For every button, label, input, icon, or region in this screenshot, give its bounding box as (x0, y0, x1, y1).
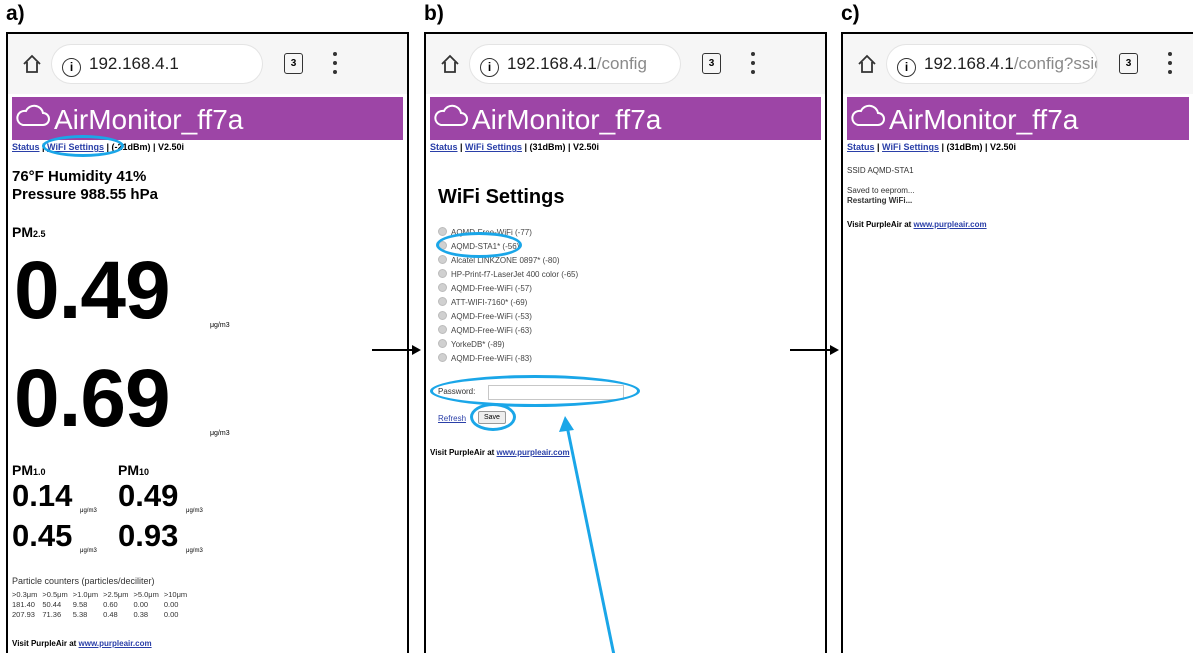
app-header: AirMonitor_ff7a (12, 97, 403, 140)
ssid-text: SSID AQMD-STA1 (847, 166, 914, 175)
purpleair-link[interactable]: www.purpleair.com (79, 639, 152, 648)
cloud-icon (16, 104, 50, 126)
unit-label: μg/m3 (210, 430, 230, 437)
callout-arrow (559, 416, 616, 653)
counters-table: >0.3μm >0.5μm >1.0μm >2.5μm >5.0μm >10μm 181.… (12, 590, 192, 620)
address-bar[interactable]: i 192.168.4.1/config?ssid (887, 45, 1097, 83)
status-link[interactable]: Status (847, 142, 875, 152)
info-icon[interactable]: i (897, 58, 916, 77)
pm25-value-a: 0.49 (14, 245, 171, 336)
visit-purpleair: Visit PurpleAir at www.purpleair.com (847, 220, 987, 229)
pm10-label: PM10 (118, 462, 150, 478)
highlight-ellipse (42, 135, 124, 157)
saved-text: Saved to eeprom... (847, 186, 915, 195)
pm10-value-b: 0.93 (118, 518, 179, 553)
address-bar[interactable]: i 192.168.4.1 (52, 45, 262, 83)
panel-a-letter: a) (6, 2, 25, 25)
table-row: 181.40 50.44 9.58 0.60 0.00 0.00 (12, 600, 179, 609)
overflow-menu-icon[interactable] (333, 52, 337, 74)
unit-label: μg/m3 (80, 548, 97, 554)
panel-c-letter: c) (841, 2, 860, 25)
signal-version-text: (31dBm) | V2.50i (946, 142, 1017, 152)
purpleair-link[interactable]: www.purpleair.com (914, 220, 987, 229)
info-icon[interactable]: i (62, 58, 81, 77)
arrow-head (412, 345, 421, 355)
unit-label: μg/m3 (186, 508, 203, 514)
phone-screen-c: i 192.168.4.1/config?ssid 3 AirMonitor_ff… (841, 32, 1193, 653)
browser-toolbar: i 192.168.4.1/config?ssid 3 (843, 34, 1193, 94)
tab-count-icon[interactable]: 3 (1119, 53, 1138, 74)
phone-screen-a: i 192.168.4.1 3 AirMonitor_ff7a Status | … (6, 32, 409, 653)
pm1-label: PM1.0 (12, 462, 46, 478)
pm25-label: PM2.5 (12, 224, 46, 240)
url-host: 192.168.4.1 (924, 54, 1014, 73)
phone-screen-b: i 192.168.4.1/config 3 AirMonitor_ff7a St… (424, 32, 827, 653)
unit-label: μg/m3 (80, 508, 97, 514)
temperature-humidity: 76°F Humidity 41% (12, 168, 147, 185)
arrow-right (790, 349, 832, 351)
home-icon[interactable] (857, 54, 877, 74)
app-title: AirMonitor_ff7a (889, 104, 1079, 135)
browser-toolbar: i 192.168.4.1 3 (8, 34, 407, 94)
status-link[interactable]: Status (12, 142, 40, 152)
home-icon[interactable] (22, 54, 42, 74)
table-header-row: >0.3μm >0.5μm >1.0μm >2.5μm >5.0μm >10μm (12, 590, 188, 599)
restarting-text: Restarting WiFi... (847, 196, 913, 205)
arrow-right (372, 349, 414, 351)
wifi-settings-link[interactable]: WiFi Settings (882, 142, 939, 152)
nav-links: Status | WiFi Settings | (31dBm) | V2.50… (847, 142, 1017, 152)
pm1-value-a: 0.14 (12, 478, 73, 513)
tab-count-icon[interactable]: 3 (284, 53, 303, 74)
table-row: 207.93 71.36 5.38 0.48 0.38 0.00 (12, 610, 179, 619)
visit-purpleair: Visit PurpleAir at www.purpleair.com (12, 639, 152, 648)
panel-b-letter: b) (424, 2, 444, 25)
pm1-value-b: 0.45 (12, 518, 73, 553)
pressure: Pressure 988.55 hPa (12, 186, 158, 203)
cloud-icon (851, 104, 885, 126)
app-header: AirMonitor_ff7a (847, 97, 1189, 140)
pm25-value-b: 0.69 (14, 353, 171, 444)
unit-label: μg/m3 (210, 322, 230, 329)
url-host: 192.168.4.1 (89, 54, 179, 73)
overflow-menu-icon[interactable] (1168, 52, 1172, 74)
pm10-value-a: 0.49 (118, 478, 179, 513)
arrow-head (830, 345, 839, 355)
unit-label: μg/m3 (186, 548, 203, 554)
counters-title: Particle counters (particles/deciliter) (12, 576, 155, 586)
url-path: /config?ssid (1013, 54, 1097, 73)
